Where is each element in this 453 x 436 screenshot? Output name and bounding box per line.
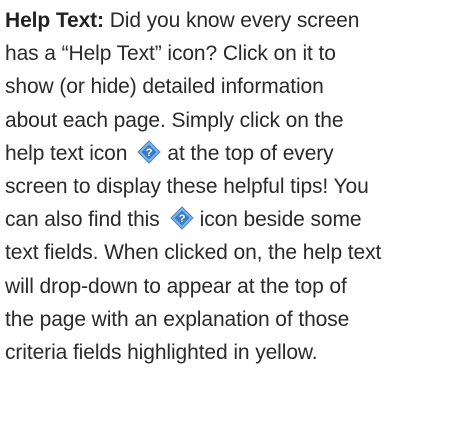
- help-text-paragraph: Help Text: Did you know every screen has…: [5, 4, 450, 369]
- svg-text:?: ?: [146, 147, 153, 159]
- line-10: the page with an explanation of those: [5, 307, 350, 331]
- line-4: about each page. Simply click on the: [5, 108, 344, 132]
- line-9: will drop-down to appear at the top of: [5, 274, 347, 298]
- line-11: criteria fields highlighted in yellow.: [5, 341, 318, 365]
- help-text-term: Help Text:: [5, 9, 104, 32]
- line-7-text-a: can also find this: [5, 208, 160, 232]
- line-3: show (or hide) detailed information: [5, 75, 324, 99]
- line-1-text: Did you know every screen: [103, 9, 360, 32]
- line-8: text fields. When clicked on, the help t…: [5, 241, 382, 265]
- line-7: can also find this ? icon beside some: [5, 203, 450, 236]
- help-diamond-icon[interactable]: ?: [169, 206, 194, 230]
- line-5-text-b: at the top of every: [167, 141, 334, 165]
- help-diamond-icon[interactable]: ?: [137, 140, 162, 164]
- line-5-text-a: help text icon: [5, 141, 128, 165]
- line-1: Help Text: Did you know every screen: [5, 4, 450, 37]
- line-7-text-b: icon beside some: [199, 208, 362, 232]
- line-2: has a “Help Text” icon? Click on it to: [5, 42, 336, 66]
- svg-text:?: ?: [178, 213, 185, 225]
- line-6: screen to display these helpful tips! Yo…: [5, 175, 369, 199]
- line-5: help text icon ? at the top of every: [5, 137, 450, 170]
